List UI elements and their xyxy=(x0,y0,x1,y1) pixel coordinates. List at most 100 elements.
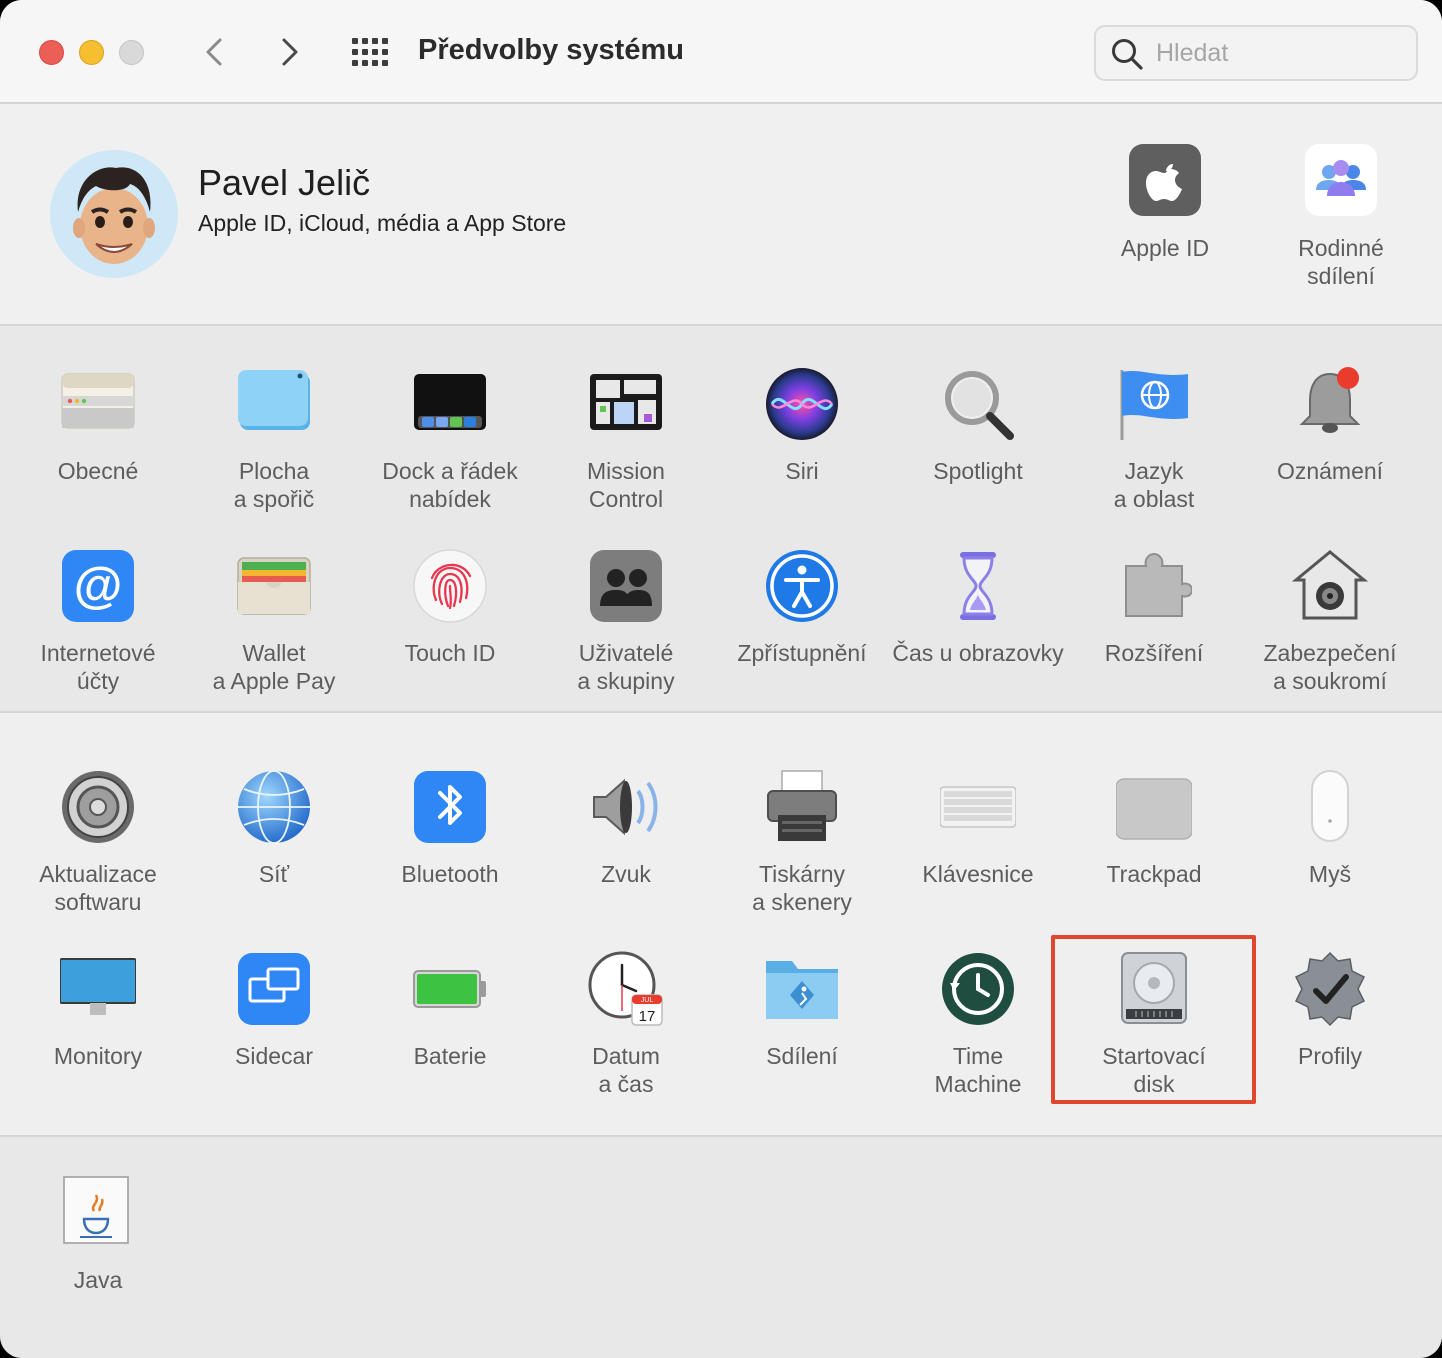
software-update-icon-wrapper xyxy=(60,769,136,845)
accessibility-icon-wrapper xyxy=(764,548,840,624)
bluetooth-icon xyxy=(414,771,486,843)
preferences-section-personal: Obecné Plocha a spořič Dock a řádek nabíde… xyxy=(0,326,1442,713)
pane-label: Oznámení xyxy=(1276,458,1384,484)
calendar-month: JUL xyxy=(641,997,654,1004)
memoji-avatar-icon xyxy=(50,150,178,278)
sidecar-icon-wrapper xyxy=(236,951,312,1027)
pane-label: Zvuk xyxy=(601,861,651,887)
touch-id-icon xyxy=(413,549,487,623)
close-button[interactable] xyxy=(39,40,64,65)
displays-icon-wrapper xyxy=(60,951,136,1027)
pane-label: Java xyxy=(73,1267,123,1293)
pane-label: Sidecar xyxy=(235,1043,313,1069)
trackpad-icon-wrapper xyxy=(1116,769,1192,845)
touch-id-icon-wrapper xyxy=(412,548,488,624)
profiles-icon-wrapper xyxy=(1292,951,1368,1027)
pane-label: Bluetooth xyxy=(401,861,499,887)
security-icon xyxy=(1292,550,1368,620)
internet-accounts-icon: @ xyxy=(62,550,134,622)
sound-icon-wrapper xyxy=(588,769,664,845)
battery-icon xyxy=(413,970,486,1008)
preferences-section-other: Java xyxy=(0,1137,1442,1358)
forward-button[interactable] xyxy=(272,34,308,70)
grid-icon xyxy=(352,38,388,66)
general-icon-wrapper xyxy=(60,366,136,442)
system-preferences-window: Předvolby systému Pave xyxy=(0,0,1442,1358)
printer-icon-wrapper xyxy=(764,769,840,845)
pane-label: Baterie xyxy=(413,1043,487,1069)
mouse-icon-wrapper xyxy=(1292,769,1368,845)
minimize-button[interactable] xyxy=(79,40,104,65)
date-time-icon: JUL 17 xyxy=(588,951,663,1026)
pane-label: Profily xyxy=(1298,1043,1362,1069)
search-input[interactable] xyxy=(1156,27,1406,79)
extensions-icon-wrapper xyxy=(1116,548,1192,624)
desktop-icon-wrapper xyxy=(236,366,312,442)
mission-control-icon-wrapper xyxy=(588,366,664,442)
pane-label: Internetové účty xyxy=(40,640,156,694)
svg-text:@: @ xyxy=(74,557,123,613)
pane-label: Touch ID xyxy=(404,640,496,666)
pane-label: Plocha a spořič xyxy=(233,458,315,512)
keyboard-icon xyxy=(940,786,1016,828)
displays-icon xyxy=(60,958,136,1015)
accessibility-icon xyxy=(766,550,838,622)
calendar-day: 17 xyxy=(639,1008,656,1025)
pane-label: Siri xyxy=(785,458,819,484)
pane-label: Zpřístupnění xyxy=(737,640,867,666)
spotlight-icon xyxy=(945,371,1014,440)
user-subtitle: Apple ID, iCloud, média a App Store xyxy=(198,210,567,236)
avatar[interactable] xyxy=(50,150,178,278)
siri-icon-wrapper xyxy=(764,366,840,442)
printer-icon xyxy=(767,770,837,841)
dock-icon-wrapper xyxy=(412,366,488,442)
family-sharing-icon xyxy=(1305,144,1377,216)
zoom-button[interactable] xyxy=(119,40,144,65)
java-icon-wrapper xyxy=(60,1175,136,1251)
pane-label: Rozšíření xyxy=(1104,640,1204,666)
users-icon-wrapper xyxy=(588,548,664,624)
preferences-section-hardware: Aktualizace softwaru Síť Bluetooth Zvuk Tisk… xyxy=(0,713,1442,1137)
pane-label: Čas u obrazovky xyxy=(892,640,1064,666)
back-button[interactable] xyxy=(198,34,234,70)
account-section: Pavel Jelič Apple ID, iCloud, média a Ap… xyxy=(0,104,1442,326)
title-bar: Předvolby systému xyxy=(0,0,1442,104)
users-icon xyxy=(590,550,662,622)
profiles-icon xyxy=(1294,951,1366,1027)
show-all-button[interactable] xyxy=(352,38,390,66)
spotlight-icon-wrapper xyxy=(940,366,1016,442)
pane-label: Jazyk a oblast xyxy=(1113,458,1195,512)
pane-label: Datum a čas xyxy=(592,1043,660,1097)
pane-label: Sdílení xyxy=(766,1043,838,1069)
trackpad-icon xyxy=(1116,778,1192,840)
sidecar-icon xyxy=(238,953,310,1025)
pane-label: Trackpad xyxy=(1106,861,1202,887)
software-update-icon xyxy=(62,771,134,843)
language-icon-wrapper xyxy=(1116,366,1192,442)
network-icon xyxy=(238,770,310,844)
pane-label: Time Machine xyxy=(934,1043,1022,1097)
pane-label: Myš xyxy=(1308,861,1352,887)
pane-label: Tiskárny a skenery xyxy=(752,861,852,915)
battery-icon-wrapper xyxy=(412,951,488,1027)
dock-icon xyxy=(414,374,486,430)
sharing-icon-wrapper xyxy=(764,951,840,1027)
general-icon xyxy=(61,373,135,429)
startup-disk-icon xyxy=(1121,952,1187,1024)
pane-label: Monitory xyxy=(53,1043,143,1069)
siri-icon xyxy=(766,368,838,440)
pane-label: Klávesnice xyxy=(922,861,1034,887)
extensions-icon xyxy=(1125,552,1192,617)
chevron-left-icon xyxy=(206,38,222,66)
keyboard-icon-wrapper xyxy=(940,769,1016,845)
internet-accounts-icon-wrapper: @ xyxy=(60,548,136,624)
time-machine-icon-wrapper xyxy=(940,951,1016,1027)
java-icon xyxy=(63,1176,129,1244)
wallet-icon-wrapper xyxy=(236,548,312,624)
pane-label: Wallet a Apple Pay xyxy=(212,640,336,694)
wallet-icon xyxy=(237,557,311,615)
network-icon-wrapper xyxy=(236,769,312,845)
search-icon xyxy=(1112,39,1143,70)
search-field[interactable] xyxy=(1094,25,1418,81)
date-time-icon-wrapper: JUL 17 xyxy=(588,951,664,1027)
